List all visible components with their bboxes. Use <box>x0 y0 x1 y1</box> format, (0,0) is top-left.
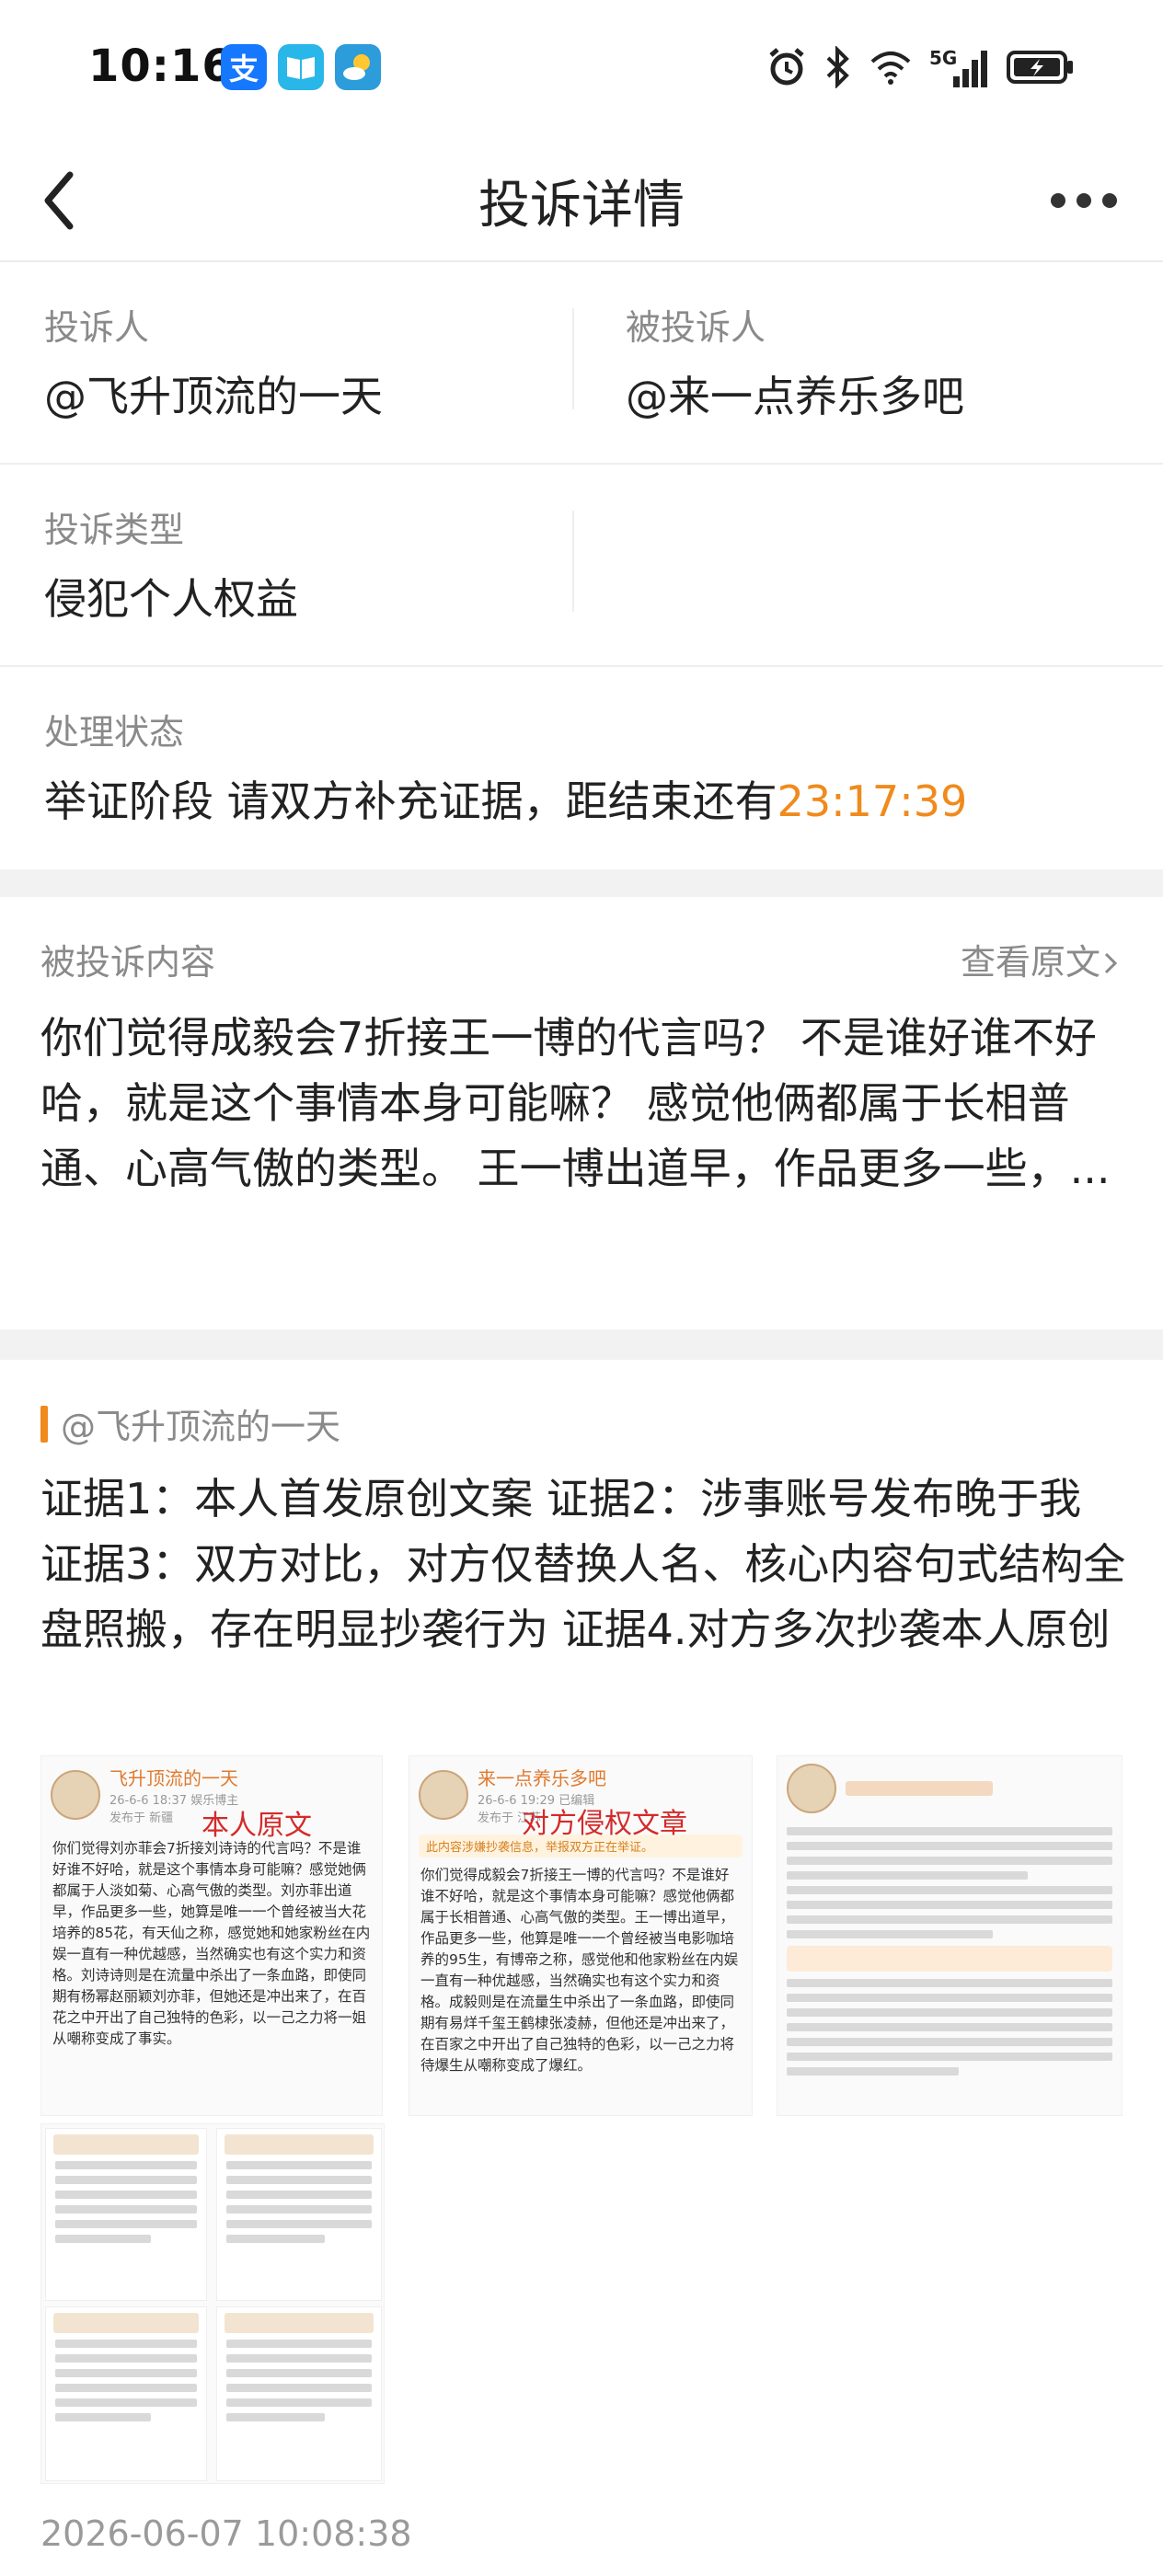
avatar <box>787 1764 836 1813</box>
nav-bar: 投诉详情 <box>0 138 1163 262</box>
accent-bar <box>40 1406 48 1443</box>
evidence-image-original[interactable]: 飞升顶流的一天 26-6-6 18:37 娱乐博主 发布于 新疆 本人原文 你们… <box>40 1755 383 2116</box>
avatar <box>419 1769 468 1820</box>
divider <box>572 511 574 612</box>
status-row: 处理状态 举证阶段 请双方补充证据，距结束还有23:17:39 <box>0 667 1163 869</box>
type-cell: 投诉类型 侵犯个人权益 <box>0 465 572 665</box>
type-value: 侵犯个人权益 <box>44 574 298 624</box>
post-text: 你们觉得刘亦菲会7折接刘诗诗的代言吗？不是谁好谁不好哈，就是这个事情本身可能嘛？… <box>52 1840 371 2047</box>
evidence-image-comparison[interactable] <box>777 1755 1123 2116</box>
evidence-user[interactable]: @飞升顶流的一天 <box>61 1398 340 1449</box>
respondent-value[interactable]: @来一点养乐多吧 <box>626 363 964 424</box>
book-icon <box>278 44 324 90</box>
type-row: 投诉类型 侵犯个人权益 <box>0 465 1163 667</box>
avatar <box>51 1769 100 1820</box>
respondent-label: 被投诉人 <box>626 307 766 348</box>
page-title: 投诉详情 <box>478 176 685 236</box>
status-cell: 处理状态 举证阶段 请双方补充证据，距结束还有23:17:39 <box>0 667 1163 869</box>
weather-icon <box>335 44 381 90</box>
post-header <box>777 1756 1122 1821</box>
type-label: 投诉类型 <box>44 510 185 550</box>
post-text: 你们觉得成毅会7折接王一博的代言吗？不是谁好谁不好哈，就是这个事情本身可能嘛？感… <box>420 1867 739 2074</box>
bluetooth-icon <box>826 46 849 88</box>
more-options-button[interactable] <box>1038 173 1130 228</box>
more-dot-icon <box>1102 193 1117 208</box>
view-original-label: 查看原文 <box>960 942 1100 983</box>
complaint-info: 投诉人 @飞升顶流的一天 被投诉人 @来一点养乐多吧 投诉类型 侵犯个人权益 处… <box>0 262 1163 869</box>
post-author: 来一点养乐多吧 <box>478 1767 606 1789</box>
status-time: 10:16 <box>88 40 234 92</box>
alarm-icon <box>769 48 804 86</box>
complainant-label: 投诉人 <box>44 307 150 348</box>
infringing-tag: 对方侵权文章 <box>522 1808 687 1840</box>
status-bar: 10:16 支 5G <box>0 0 1163 138</box>
battery-charging-icon <box>1007 51 1073 84</box>
evidence-image-infringing[interactable]: 来一点养乐多吧 26-6-6 19:29 已编辑 发布于 江苏 对方侵权文章 此… <box>409 1755 753 2116</box>
system-icons: 5G <box>766 46 1075 88</box>
countdown-timer: 23:17:39 <box>777 776 968 826</box>
complainant-value[interactable]: @飞升顶流的一天 <box>44 363 383 424</box>
status-text: 举证阶段 请双方补充证据，距结束还有 <box>44 776 777 826</box>
alipay-icon: 支 <box>221 44 267 90</box>
complained-content: 被投诉内容 查看原文 你们觉得成毅会7折接王一博的代言吗？ 不是谁好谁不好哈，就… <box>0 897 1163 1329</box>
status-value: 举证阶段 请双方补充证据，距结束还有23:17:39 <box>44 768 967 829</box>
signal-5g-icon: 5G <box>929 47 990 87</box>
wifi-icon <box>870 52 911 85</box>
submission-timestamp: 2026-06-07 10:08:38 <box>40 2513 412 2554</box>
complainant-cell: 投诉人 @飞升顶流的一天 <box>0 262 572 463</box>
parties-row: 投诉人 @飞升顶流的一天 被投诉人 @来一点养乐多吧 <box>0 262 1163 465</box>
chevron-right-icon <box>1104 952 1118 974</box>
respondent-cell: 被投诉人 @来一点养乐多吧 <box>582 262 1163 463</box>
original-tag: 本人原文 <box>202 1810 312 1842</box>
evidence-section: @飞升顶流的一天 证据1：本人首发原创文案 证据2：涉事账号发布晚于我 证据3：… <box>0 1360 1163 2576</box>
more-dot-icon <box>1077 193 1091 208</box>
evidence-text: 证据1：本人首发原创文案 证据2：涉事账号发布晚于我 证据3：双方对比，对方仅替… <box>40 1474 1126 1654</box>
more-dot-icon <box>1051 193 1065 208</box>
content-text: 你们觉得成毅会7折接王一博的代言吗？ 不是谁好谁不好哈，就是这个事情本身可能嘛？… <box>40 1013 1111 1193</box>
post-author: 飞升顶流的一天 <box>109 1767 238 1789</box>
view-original-link[interactable]: 查看原文 <box>961 934 1121 984</box>
evidence-image-collage[interactable] <box>40 2123 385 2484</box>
status-label: 处理状态 <box>44 712 185 753</box>
content-label: 被投诉内容 <box>40 942 216 983</box>
divider <box>572 308 574 409</box>
